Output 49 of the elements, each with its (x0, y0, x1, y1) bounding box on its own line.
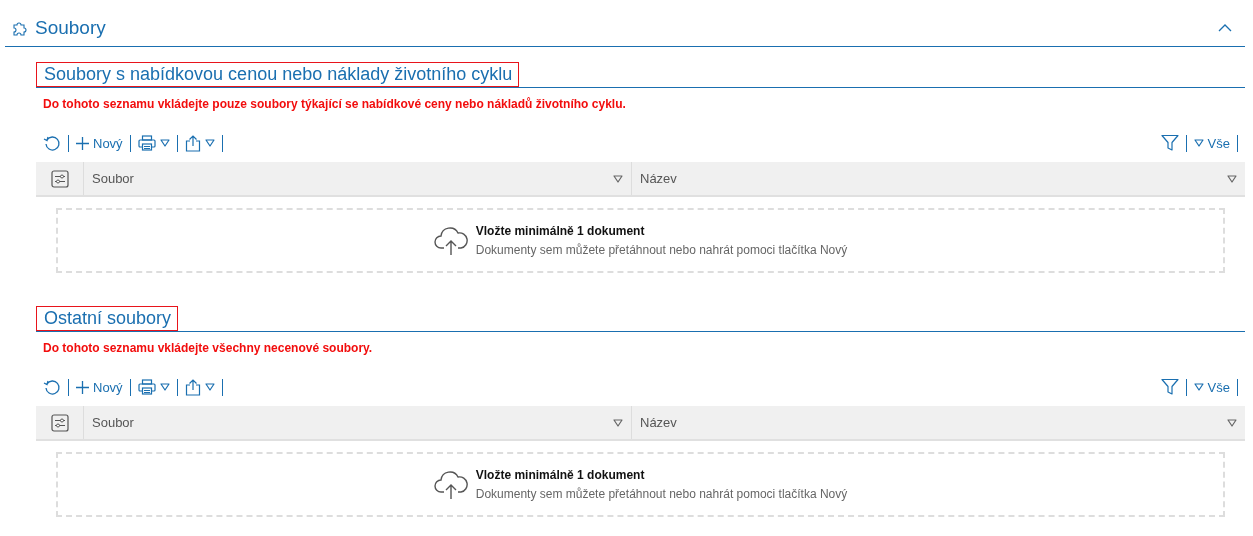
view-filter-button[interactable]: Vše (1193, 379, 1230, 395)
drop-zone-title: Vložte minimálně 1 dokument (475, 224, 646, 238)
drop-zone-title: Vložte minimálně 1 dokument (475, 468, 646, 482)
column-settings-icon[interactable] (50, 413, 69, 432)
caret-icon (159, 382, 170, 392)
column-header[interactable]: Název (640, 415, 1227, 430)
puzzle-icon (11, 19, 29, 37)
drop-zone[interactable]: Vložte minimálně 1 dokument Dokumenty sem můžete přetáhnout nebo nahrát pomoci tlačítka Nový (56, 208, 1225, 273)
drop-zone-hint: Dokumenty sem můžete přetáhnout nebo nahrát pomoci tlačítka Nový (475, 487, 848, 501)
cloud-upload-icon (433, 225, 468, 256)
caret-icon (1193, 138, 1204, 148)
refresh-icon[interactable] (43, 134, 61, 152)
section-title: Ostatní soubory (36, 306, 179, 331)
panel-title: Soubory (35, 17, 106, 39)
printer-icon (137, 135, 156, 151)
share-icon (184, 378, 201, 396)
drop-zone[interactable]: Vložte minimálně 1 dokument Dokumenty sem můžete přetáhnout nebo nahrát pomoci tlačítka Nový (56, 452, 1225, 517)
plus-icon (76, 380, 89, 394)
export-button[interactable] (184, 134, 215, 152)
filter-icon[interactable] (1160, 378, 1179, 396)
print-button[interactable] (137, 135, 170, 151)
column-header[interactable]: Název (640, 171, 1227, 186)
sort-caret-icon[interactable] (613, 417, 623, 428)
section-title: Soubory s nabídkovou cenou nebo náklady životního cyklu (36, 62, 520, 87)
warning-text: Do tohoto seznamu vkládejte všechny necenové soubory. (43, 341, 374, 355)
print-button[interactable] (137, 379, 170, 395)
sort-caret-icon[interactable] (613, 173, 623, 184)
sort-caret-icon[interactable] (1227, 417, 1237, 428)
sort-caret-icon[interactable] (1227, 173, 1237, 184)
view-filter-button[interactable]: Vše (1193, 135, 1230, 151)
warning-text: Do tohoto seznamu vkládejte pouze soubory týkající se nabídkové ceny nebo nákladů životního cyklu. (43, 97, 627, 111)
share-icon (184, 134, 201, 152)
refresh-icon[interactable] (43, 378, 61, 396)
printer-icon (137, 379, 156, 395)
filter-icon[interactable] (1160, 134, 1179, 152)
export-button[interactable] (184, 378, 215, 396)
column-header[interactable]: Soubor (92, 171, 613, 186)
column-header[interactable]: Soubor (92, 415, 613, 430)
chevron-up-icon[interactable] (1217, 22, 1233, 34)
drop-zone-hint: Dokumenty sem můžete přetáhnout nebo nahrát pomoci tlačítka Nový (475, 243, 848, 257)
new-button[interactable]: Nový (76, 135, 123, 151)
caret-icon (204, 382, 215, 392)
column-settings-icon[interactable] (50, 169, 69, 188)
plus-icon (76, 136, 89, 150)
caret-icon (159, 138, 170, 148)
caret-icon (204, 138, 215, 148)
cloud-upload-icon (433, 469, 468, 500)
new-button[interactable]: Nový (76, 379, 123, 395)
caret-icon (1193, 382, 1204, 392)
